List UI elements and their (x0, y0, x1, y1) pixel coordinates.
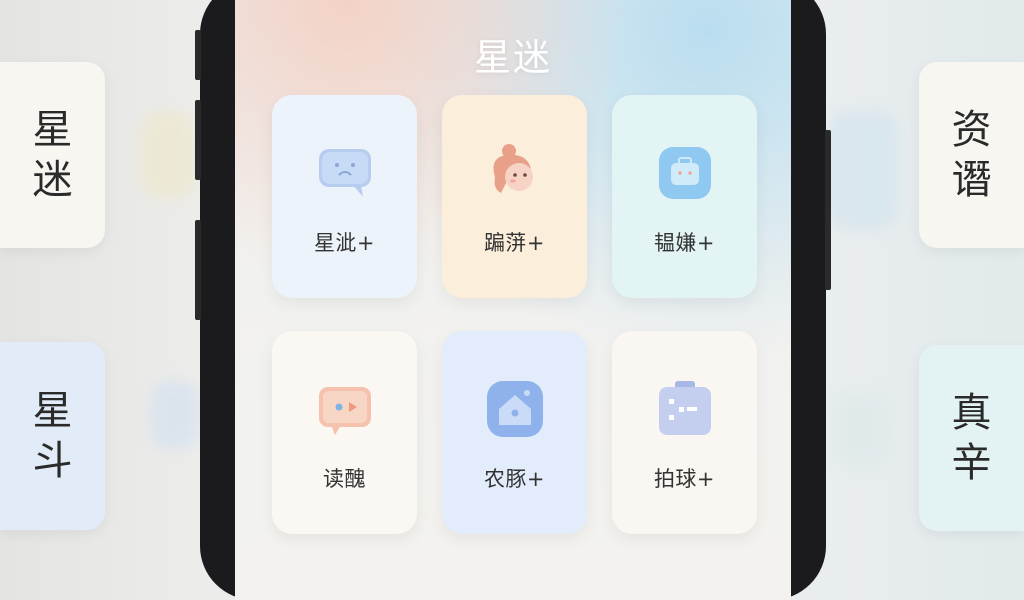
home-icon (486, 381, 543, 437)
volume-down-button[interactable] (195, 100, 201, 180)
card-char: 谮 (951, 157, 992, 203)
tile-label: 拍球+ (653, 467, 716, 491)
tile-label: 蹁蓱+ (483, 231, 546, 255)
card-char: 资 (951, 107, 992, 153)
background-blur-shape (150, 380, 200, 450)
power-button[interactable] (825, 130, 831, 290)
background-blur-shape (828, 110, 898, 230)
card-char: 星 (32, 107, 73, 153)
right-peek-card-bottom[interactable]: 真 辛 (919, 345, 1024, 531)
phone-screen: 星迷 星泚+ 蹁蓱+ 韫嫌+ 读醜 农豚+ 拍球+ (235, 0, 791, 600)
card-char: 迷 (32, 157, 73, 203)
tile-label: 星泚+ (313, 231, 376, 255)
tile-label: 韫嫌+ (653, 231, 716, 255)
card-char: 真 (951, 390, 992, 436)
tile-label: 农豚+ (483, 467, 546, 491)
feature-tile[interactable]: 星泚+ (272, 95, 417, 298)
right-peek-card-top[interactable]: 资 谮 (919, 62, 1024, 248)
background-blur-shape (832, 390, 892, 470)
cartoon-girl-icon (493, 144, 533, 193)
briefcase-icon (658, 147, 711, 199)
left-peek-card-top[interactable]: 星 迷 (0, 62, 105, 248)
left-peek-card-bottom[interactable]: 星 斗 (0, 342, 105, 530)
card-char: 星 (32, 388, 73, 434)
card-char: 斗 (32, 438, 73, 484)
app-title: 星迷 (474, 36, 552, 79)
toolbox-icon (658, 381, 711, 435)
background-blur-shape (140, 110, 196, 200)
phone-frame: 星迷 星泚+ 蹁蓱+ 韫嫌+ 读醜 农豚+ 拍球+ (195, 0, 831, 600)
feature-tile[interactable]: 读醜 (272, 331, 417, 534)
feature-tile[interactable]: 韫嫌+ (612, 95, 757, 298)
side-button[interactable] (195, 220, 201, 320)
video-chat-icon (318, 387, 371, 435)
chat-bubble-icon (318, 149, 371, 197)
tile-label: 读醜 (323, 467, 366, 491)
volume-up-button[interactable] (195, 30, 201, 80)
feature-tile[interactable]: 蹁蓱+ (442, 95, 587, 298)
card-char: 辛 (951, 440, 992, 486)
feature-tile[interactable]: 农豚+ (442, 331, 587, 534)
feature-tile[interactable]: 拍球+ (612, 331, 757, 534)
